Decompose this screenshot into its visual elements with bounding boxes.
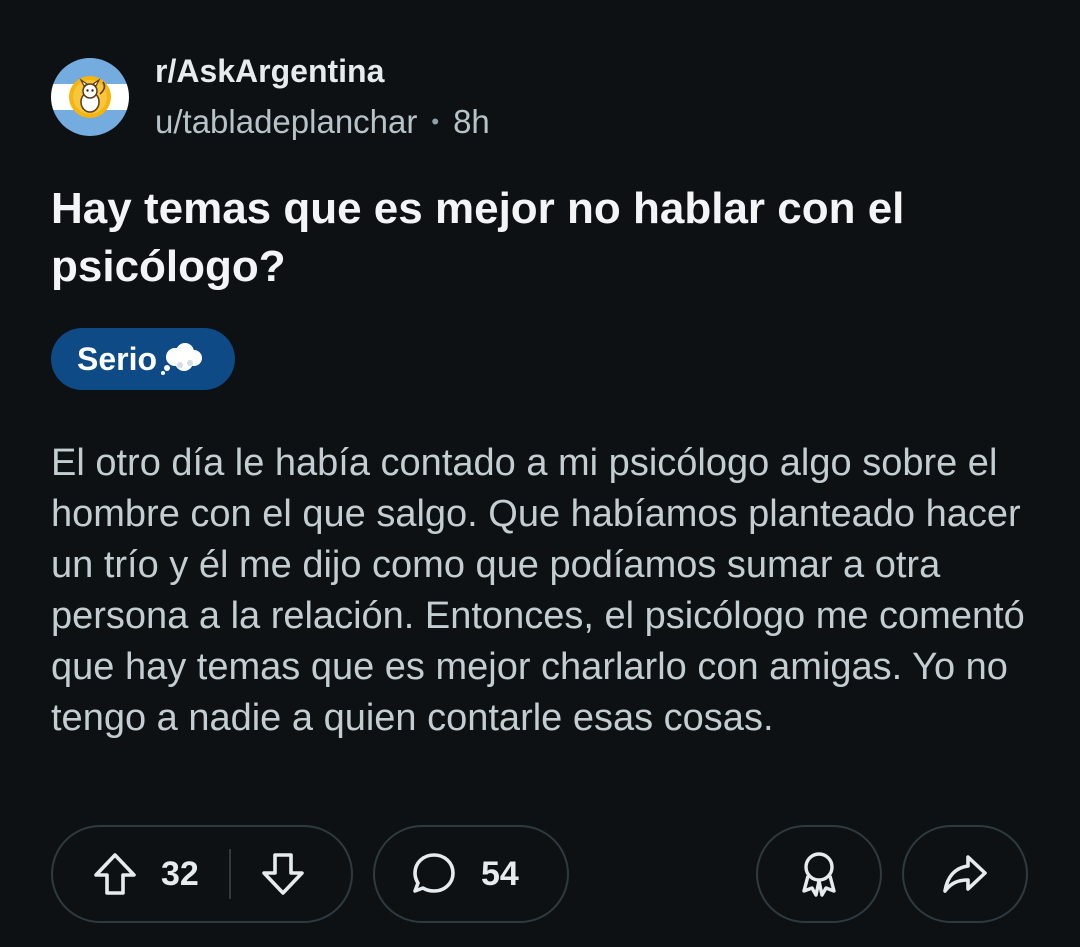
award-icon: [802, 852, 836, 897]
thought-bubble-icon: [161, 343, 203, 375]
share-arrow-icon: [943, 855, 987, 893]
upvote-button[interactable]: [91, 850, 139, 898]
post-flair[interactable]: Serio: [51, 328, 236, 390]
comments-button[interactable]: 54: [373, 825, 569, 923]
post-age: 8h: [453, 103, 490, 140]
downvote-arrow-icon: [262, 853, 304, 895]
comment-count: 54: [481, 854, 519, 893]
vote-bar: 32: [51, 825, 353, 923]
post-meta: u/tabladeplanchar • 8h: [155, 102, 490, 142]
share-button[interactable]: [902, 825, 1028, 923]
upvote-arrow-icon: [94, 853, 136, 895]
author-name[interactable]: u/tabladeplanchar: [155, 102, 417, 142]
post-body: El otro día le había contado a mi psicól…: [51, 442, 1025, 739]
subreddit-name[interactable]: r/AskArgentina: [155, 52, 490, 90]
meta-separator: •: [431, 109, 440, 134]
vote-divider: [228, 849, 231, 899]
vote-count: 32: [161, 854, 199, 893]
award-button[interactable]: [756, 825, 882, 923]
comment-bubble-icon: [413, 853, 455, 893]
argentina-flag-dog-icon: [51, 58, 129, 136]
subreddit-avatar[interactable]: [51, 58, 129, 136]
post-title: Hay temas que es mejor no hablar con el …: [51, 184, 905, 291]
post-header: r/AskArgentina u/tabladeplanchar • 8h: [51, 52, 490, 142]
flair-label: Serio: [77, 340, 158, 377]
downvote-button[interactable]: [259, 850, 307, 898]
comment-icon-wrap: [409, 849, 459, 899]
